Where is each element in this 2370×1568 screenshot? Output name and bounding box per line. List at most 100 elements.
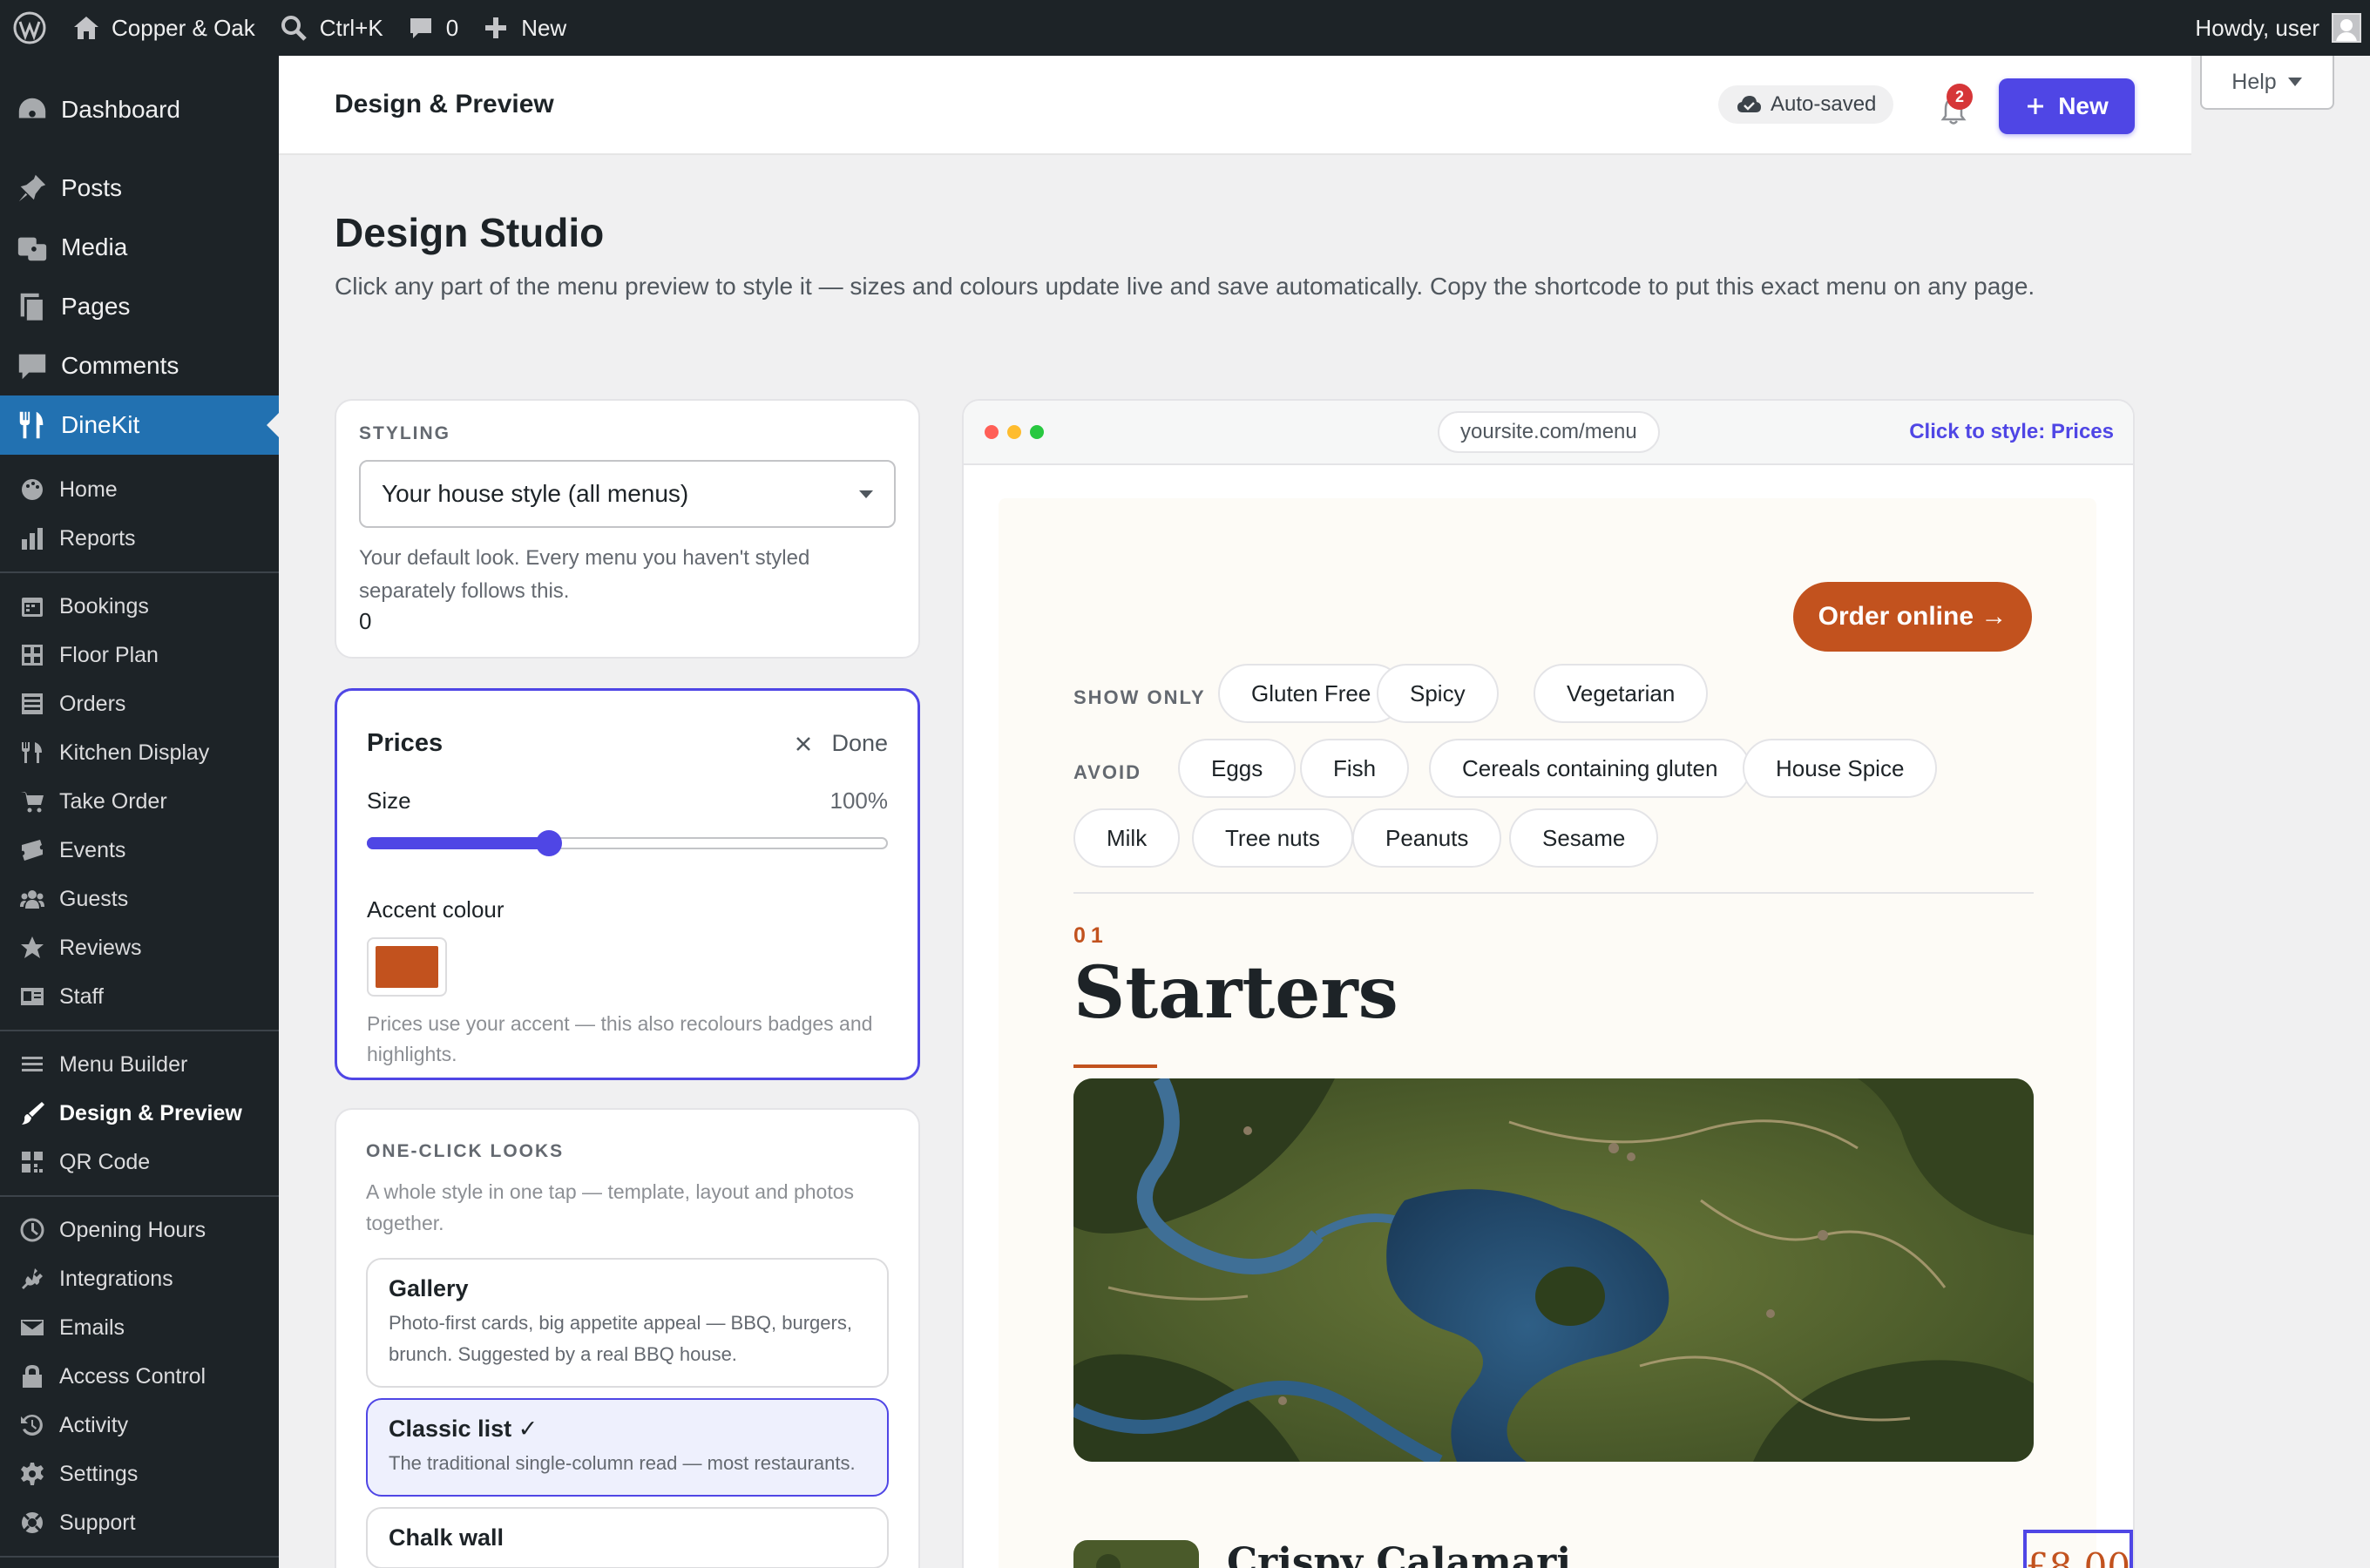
menu-item-thumbnail[interactable] — [1073, 1540, 1199, 1568]
menu-label: Dashboard — [61, 96, 180, 123]
section-number[interactable]: 01 — [1073, 923, 1108, 949]
look-option-chalk-wall[interactable]: Chalk wall — [366, 1507, 889, 1568]
submenu-menu-builder[interactable]: Menu Builder — [0, 1040, 279, 1089]
submenu-emails[interactable]: Emails — [0, 1303, 279, 1352]
site-name-link[interactable]: Copper & Oak — [59, 0, 267, 56]
accent-colour-swatch[interactable] — [367, 937, 447, 997]
submenu-integrations[interactable]: Integrations — [0, 1254, 279, 1303]
done-button[interactable]: Done — [795, 730, 888, 757]
menu-media[interactable]: Media — [0, 218, 279, 277]
pin-icon — [18, 174, 46, 202]
styling-heading: STYLING — [359, 423, 451, 443]
avoid-chip-fish[interactable]: Fish — [1300, 739, 1410, 798]
style-select[interactable]: Your house style (all menus) — [359, 460, 896, 528]
notification-count-badge: 2 — [1947, 84, 1973, 110]
notifications-button[interactable]: 2 — [1936, 84, 1974, 127]
avoid-chip-tree-nuts[interactable]: Tree nuts — [1192, 808, 1353, 868]
menu-posts[interactable]: Posts — [0, 159, 279, 218]
autosave-status: Auto-saved — [1718, 85, 1894, 124]
avoid-chip-eggs[interactable]: Eggs — [1178, 739, 1297, 798]
email-icon — [21, 1320, 44, 1335]
comments-link[interactable]: 0 — [396, 0, 471, 56]
menu-item-price[interactable]: £8.00 — [2023, 1530, 2133, 1568]
menu-separator — [0, 1030, 279, 1031]
my-account[interactable]: Howdy, user — [2195, 0, 2370, 56]
submenu-guests[interactable]: Guests — [0, 875, 279, 923]
avoid-chip-cereals-gluten[interactable]: Cereals containing gluten — [1429, 739, 1751, 798]
size-slider[interactable] — [367, 828, 888, 856]
menu-lines-icon — [22, 1057, 43, 1071]
new-content-link[interactable]: New — [471, 0, 579, 56]
order-online-button[interactable]: Order online → — [1793, 582, 2032, 652]
utensils-icon — [22, 742, 42, 763]
help-tab-button[interactable]: Help — [2200, 56, 2334, 110]
look-description: Photo-first cards, big appetite appeal —… — [389, 1312, 852, 1365]
submenu-support[interactable]: Support — [0, 1498, 279, 1547]
submenu-label: Emails — [59, 1315, 125, 1340]
search-button[interactable]: Ctrl+K — [267, 0, 396, 56]
avoid-chip-milk[interactable]: Milk — [1073, 808, 1181, 868]
help-label: Help — [2231, 69, 2277, 94]
submenu-activity[interactable]: Activity — [0, 1401, 279, 1450]
looks-heading: ONE-CLICK LOOKS — [366, 1141, 565, 1161]
submenu-settings[interactable]: Settings — [0, 1450, 279, 1498]
click-to-style-hint: Click to style: Prices — [1909, 420, 2114, 443]
menu-label: Pages — [61, 293, 131, 320]
submenu-staff[interactable]: Staff — [0, 972, 279, 1021]
howdy-text: Howdy, user — [2195, 14, 2319, 41]
section-title[interactable]: Starters — [1073, 951, 1398, 1035]
submenu-events[interactable]: Events — [0, 826, 279, 875]
filter-chip-vegetarian[interactable]: Vegetarian — [1534, 664, 1709, 723]
submenu-label: Guests — [59, 886, 129, 911]
submenu-bookings[interactable]: Bookings — [0, 582, 279, 631]
menu-pages[interactable]: Pages — [0, 277, 279, 336]
menu-item-name[interactable]: Crispy Calamari — [1227, 1540, 1571, 1568]
submenu-qr-code[interactable]: QR Code — [0, 1138, 279, 1186]
slider-thumb[interactable] — [536, 830, 563, 856]
submenu-take-order[interactable]: Take Order — [0, 777, 279, 826]
submenu-label: Take Order — [59, 788, 167, 814]
submenu-kitchen-display[interactable]: Kitchen Display — [0, 728, 279, 777]
wordpress-logo-icon[interactable] — [0, 0, 59, 56]
submenu-label: Bookings — [59, 593, 149, 618]
submenu-label: QR Code — [59, 1149, 151, 1174]
window-dot-red — [985, 425, 999, 439]
new-content-label: New — [521, 14, 567, 41]
avatar — [2332, 13, 2361, 43]
section-hero-image[interactable] — [1073, 1078, 2034, 1462]
menu-dinekit[interactable]: DineKit — [0, 395, 279, 455]
avoid-chip-house-spice[interactable]: House Spice — [1743, 739, 1938, 798]
history-icon — [21, 1414, 43, 1436]
avoid-chip-sesame[interactable]: Sesame — [1509, 808, 1659, 868]
submenu-design-preview[interactable]: Design & Preview — [0, 1089, 279, 1138]
home-icon — [74, 17, 98, 39]
section-underline — [1073, 1064, 1157, 1068]
plug-icon — [22, 1268, 43, 1289]
avoid-chip-peanuts[interactable]: Peanuts — [1352, 808, 1502, 868]
id-card-icon — [21, 988, 44, 1005]
menu-item-image — [1073, 1540, 1199, 1568]
look-option-gallery[interactable]: Gallery Photo-first cards, big appetite … — [366, 1258, 889, 1388]
submenu-home[interactable]: Home — [0, 465, 279, 514]
chevron-down-icon — [859, 490, 873, 505]
list-icon — [22, 693, 43, 714]
page-title: Design Studio — [335, 210, 605, 255]
fork-knife-icon — [19, 411, 44, 439]
submenu-reports[interactable]: Reports — [0, 514, 279, 563]
submenu-floor-plan[interactable]: Floor Plan — [0, 631, 279, 679]
menu-dashboard[interactable]: Dashboard — [0, 80, 279, 139]
submenu-label: Support — [59, 1510, 136, 1535]
look-description: The traditional single-column read — mos… — [389, 1452, 856, 1474]
submenu-opening-hours[interactable]: Opening Hours — [0, 1206, 279, 1254]
qr-icon — [22, 1152, 43, 1173]
new-menu-button[interactable]: New — [1999, 78, 2135, 134]
submenu-reviews[interactable]: Reviews — [0, 923, 279, 972]
look-option-classic-list[interactable]: Classic list ✓ The traditional single-co… — [366, 1398, 889, 1497]
menu-preview-frame: yoursite.com/menu Click to style: Prices… — [962, 399, 2135, 1568]
menu-page: Order online → SHOW ONLY Gluten Free Spi… — [999, 498, 2133, 1568]
submenu-access-control[interactable]: Access Control — [0, 1352, 279, 1401]
submenu-orders[interactable]: Orders — [0, 679, 279, 728]
filter-chip-spicy[interactable]: Spicy — [1377, 664, 1499, 723]
menu-comments[interactable]: Comments — [0, 336, 279, 395]
calendar-icon — [22, 598, 43, 617]
